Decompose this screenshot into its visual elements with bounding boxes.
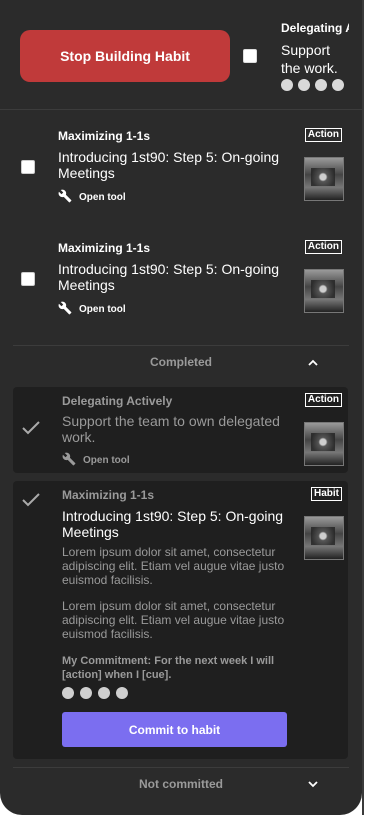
open-tool-label: Open tool <box>83 455 130 466</box>
checkmark-icon <box>21 491 41 514</box>
open-tool-link[interactable]: Open tool <box>58 301 126 318</box>
peek-progress-dots <box>281 79 344 91</box>
expanded-habit-card: Maximizing 1-1s Habit Introducing 1st90:… <box>13 481 348 759</box>
habit-panel: Stop Building Habit Delegating Ac Suppor… <box>0 0 362 815</box>
open-tool-label: Open tool <box>79 304 126 315</box>
habit-description: Lorem ipsum dolor sit amet, consectetur … <box>62 599 285 641</box>
divider <box>13 767 349 768</box>
task-row: Maximizing 1-1s Action Introducing 1st90… <box>0 237 362 332</box>
task-thumbnail <box>304 422 344 466</box>
habit-progress-dots <box>62 687 128 699</box>
chevron-down-icon <box>308 777 318 791</box>
task-title[interactable]: Introducing 1st90: Step 5: On-going Meet… <box>58 149 283 181</box>
task-checkbox[interactable] <box>21 160 35 174</box>
checkmark-icon <box>21 419 41 442</box>
task-thumbnail <box>304 516 344 560</box>
open-tool-link[interactable]: Open tool <box>58 189 126 206</box>
progress-dot <box>116 687 128 699</box>
wrench-icon <box>62 452 76 469</box>
task-habit-label: Maximizing 1-1s <box>58 129 151 143</box>
task-row: Maximizing 1-1s Action Introducing 1st90… <box>0 125 362 220</box>
progress-dot <box>332 79 344 91</box>
wrench-icon <box>58 189 72 206</box>
not-committed-section-toggle[interactable]: Not committed <box>0 769 362 799</box>
open-tool-link[interactable]: Open tool <box>62 452 130 469</box>
task-habit-label: Delegating Actively <box>62 394 173 408</box>
stop-building-habit-button[interactable]: Stop Building Habit <box>20 30 230 82</box>
task-checkbox[interactable] <box>21 272 35 286</box>
scroll-edge <box>362 0 364 815</box>
task-title[interactable]: Introducing 1st90: Step 5: On-going Meet… <box>58 261 283 293</box>
divider <box>0 109 362 110</box>
completed-label: Completed <box>149 355 212 369</box>
task-type-badge: Habit <box>311 487 342 501</box>
commit-to-habit-button[interactable]: Commit to habit <box>62 712 287 747</box>
task-thumbnail <box>304 157 344 201</box>
not-committed-label: Not committed <box>139 777 223 791</box>
progress-dot <box>98 687 110 699</box>
commitment-text: My Commitment: For the next week I will … <box>62 655 275 681</box>
progress-dot <box>62 687 74 699</box>
task-habit-label: Maximizing 1-1s <box>58 241 151 255</box>
progress-dot <box>298 79 310 91</box>
task-type-badge: Action <box>304 128 342 142</box>
progress-dot <box>281 79 293 91</box>
task-type-badge: Action <box>304 240 342 254</box>
progress-dot <box>80 687 92 699</box>
habit-description: Lorem ipsum dolor sit amet, consectetur … <box>62 545 285 587</box>
peek-task-description: Support the work. <box>281 42 338 76</box>
wrench-icon <box>58 301 72 318</box>
open-tool-label: Open tool <box>79 192 126 203</box>
completed-section-toggle[interactable]: Completed <box>0 347 362 377</box>
task-type-badge: Action <box>304 393 342 407</box>
task-title[interactable]: Introducing 1st90: Step 5: On-going Meet… <box>62 508 287 540</box>
peek-habit-title: Delegating Ac <box>281 21 349 35</box>
task-thumbnail <box>304 269 344 313</box>
peek-task-checkbox[interactable] <box>243 49 257 63</box>
chevron-up-icon <box>308 355 318 369</box>
progress-dot <box>315 79 327 91</box>
task-habit-label: Maximizing 1-1s <box>62 488 155 502</box>
task-title[interactable]: Support the team to own delegated work. <box>62 413 292 445</box>
completed-task-card: Delegating Actively Action Support the t… <box>13 387 348 473</box>
divider <box>13 345 349 346</box>
